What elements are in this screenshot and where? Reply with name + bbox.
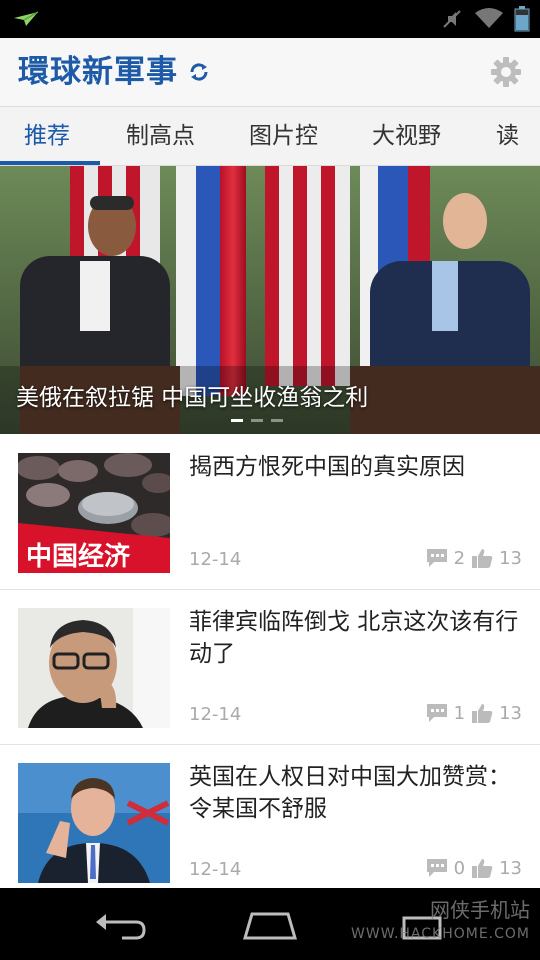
page-dot-active bbox=[231, 419, 243, 422]
watermark: 网侠手机站 WWW.HACKHOME.COM bbox=[351, 898, 530, 946]
thumbs-up-icon[interactable] bbox=[471, 857, 493, 879]
tab-big-view[interactable]: 大视野 bbox=[372, 121, 441, 151]
category-tabs: 推荐 制高点 图片控 大视野 读 bbox=[0, 107, 540, 166]
like-count: 13 bbox=[499, 547, 522, 569]
page-dot bbox=[251, 419, 263, 422]
article-stats: 0 13 bbox=[426, 857, 522, 879]
article-date: 12-14 bbox=[189, 549, 242, 570]
watermark-title: 网侠手机站 bbox=[430, 898, 530, 922]
gear-icon[interactable] bbox=[490, 56, 522, 92]
article-thumbnail: 中国经济 bbox=[18, 453, 170, 573]
article-date: 12-14 bbox=[189, 704, 242, 725]
list-item[interactable]: 中国经济 揭西方恨死中国的真实原因 12-14 2 13 bbox=[0, 435, 540, 590]
tab-picture[interactable]: 图片控 bbox=[249, 121, 318, 151]
thumbs-up-icon[interactable] bbox=[471, 702, 493, 724]
app-header: 環球新軍事 bbox=[0, 38, 540, 107]
battery-icon bbox=[514, 6, 530, 36]
article-date: 12-14 bbox=[189, 859, 242, 880]
app-title: 環球新軍事 bbox=[18, 54, 178, 90]
like-count: 13 bbox=[499, 702, 522, 724]
like-count: 13 bbox=[499, 857, 522, 879]
article-title: 英国在人权日对中国大加赞赏：令某国不舒服 bbox=[189, 764, 511, 822]
notification-icon bbox=[12, 10, 40, 32]
list-item[interactable]: 英国在人权日对中国大加赞赏：令某国不舒服 12-14 0 13 bbox=[0, 745, 540, 888]
mute-icon bbox=[440, 7, 464, 35]
system-nav-bar: 网侠手机站 WWW.HACKHOME.COM bbox=[0, 888, 540, 960]
list-item[interactable]: 菲律宾临阵倒戈 北京这次该有行动了 12-14 1 13 bbox=[0, 590, 540, 745]
tab-recommend[interactable]: 推荐 bbox=[24, 121, 70, 151]
status-bar bbox=[0, 0, 540, 38]
tab-high-point[interactable]: 制高点 bbox=[126, 121, 195, 151]
article-title: 菲律宾临阵倒戈 北京这次该有行动了 bbox=[189, 609, 519, 667]
home-icon[interactable] bbox=[242, 908, 298, 946]
comment-count: 2 bbox=[453, 547, 466, 569]
article-thumbnail bbox=[18, 608, 170, 728]
page-dot bbox=[271, 419, 283, 422]
page-indicator bbox=[231, 419, 283, 422]
wifi-icon bbox=[474, 7, 504, 35]
comment-count: 0 bbox=[453, 857, 466, 879]
thumbs-up-icon[interactable] bbox=[471, 547, 493, 569]
comment-icon bbox=[426, 548, 448, 568]
hero-banner[interactable]: 美俄在叙拉锯 中国可坐收渔翁之利 bbox=[0, 166, 540, 434]
watermark-url: WWW.HACKHOME.COM bbox=[351, 926, 530, 942]
svg-text:中国经济: 中国经济 bbox=[26, 541, 131, 572]
comment-icon bbox=[426, 858, 448, 878]
article-title: 揭西方恨死中国的真实原因 bbox=[189, 454, 465, 480]
tab-indicator bbox=[0, 161, 100, 165]
back-icon[interactable] bbox=[92, 908, 148, 946]
article-stats: 2 13 bbox=[426, 547, 522, 569]
article-stats: 1 13 bbox=[426, 702, 522, 724]
refresh-icon[interactable] bbox=[188, 61, 210, 87]
article-thumbnail bbox=[18, 763, 170, 883]
tab-read[interactable]: 读 bbox=[496, 121, 519, 151]
comment-count: 1 bbox=[453, 702, 466, 724]
comment-icon bbox=[426, 703, 448, 723]
hero-caption: 美俄在叙拉锯 中国可坐收渔翁之利 bbox=[16, 385, 369, 411]
